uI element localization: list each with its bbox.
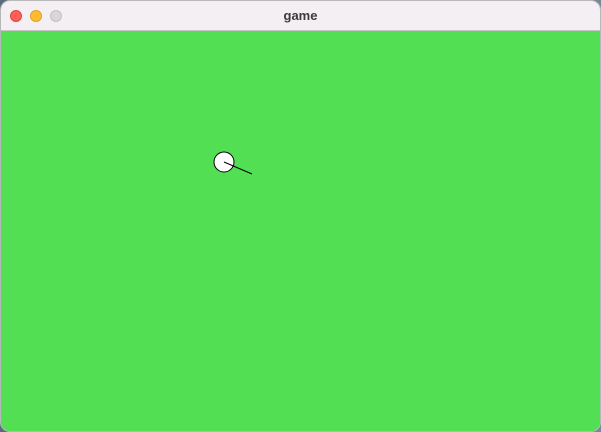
game-canvas[interactable] bbox=[1, 31, 600, 431]
title-bar[interactable]: game bbox=[1, 1, 600, 31]
game-scene bbox=[213, 151, 253, 175]
player-character bbox=[213, 151, 253, 175]
game-window: game bbox=[0, 0, 601, 432]
window-title: game bbox=[283, 8, 318, 23]
